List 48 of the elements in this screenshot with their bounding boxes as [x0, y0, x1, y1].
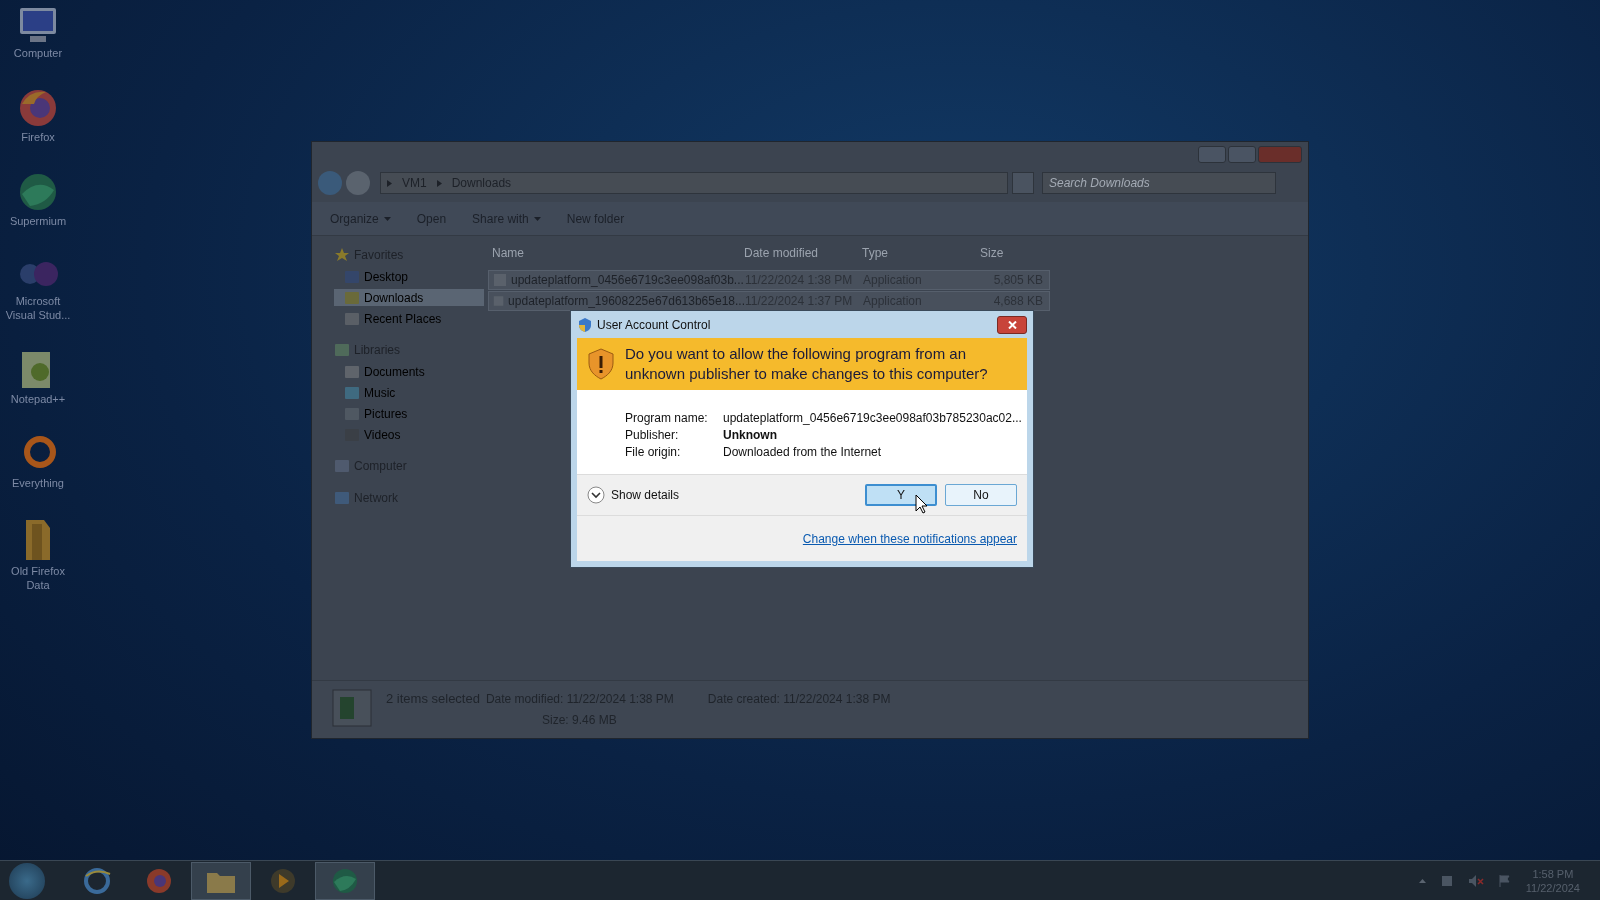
field-label: Publisher: — [625, 427, 680, 443]
maximize-button[interactable] — [1228, 146, 1256, 163]
search-field[interactable]: Search Downloads — [1042, 172, 1276, 194]
shield-icon — [577, 316, 593, 333]
column-header[interactable]: Size — [980, 244, 1050, 262]
column-header[interactable]: Date modified — [744, 244, 862, 262]
tray-arrow-icon[interactable] — [1418, 878, 1426, 883]
column-header[interactable]: Name — [488, 244, 744, 262]
minimize-button[interactable] — [1198, 146, 1226, 163]
dialog-title: User Account Control — [597, 316, 711, 334]
forward-button[interactable] — [346, 171, 370, 195]
desktop-icon-label[interactable]: Firefox — [21, 130, 55, 144]
dialog-button[interactable]: No — [945, 484, 1017, 506]
desktop-icon-label[interactable]: Microsoft Visual Stud... — [0, 294, 76, 322]
column-header[interactable]: Type — [862, 244, 980, 262]
globe-e-icon[interactable] — [82, 865, 112, 896]
caret-down-icon — [533, 216, 541, 221]
mouse-cursor-icon — [915, 494, 929, 514]
field-value: updateplatform_0456e6719c3ee098af03b785230ac02... — [723, 410, 1022, 426]
taskbar-app[interactable] — [191, 861, 251, 900]
show-details-toggle[interactable]: Show details — [587, 486, 680, 504]
back-button[interactable] — [318, 171, 342, 195]
field-label: File origin: — [625, 444, 682, 460]
caret-down-icon — [383, 216, 391, 221]
field-label: Program name: — [625, 410, 709, 426]
close-button[interactable] — [997, 315, 1027, 334]
taskbar-app[interactable] — [315, 861, 375, 900]
refresh-button[interactable] — [1012, 172, 1034, 194]
nav-item[interactable]: Downloads — [334, 289, 484, 306]
flag-icon[interactable] — [1497, 873, 1512, 888]
chevron-right-icon — [387, 179, 392, 187]
field-value: Downloaded from the Internet — [723, 444, 882, 460]
desktop-icon-label[interactable]: Supermium — [9, 214, 67, 228]
dialog-question: Do you want to allow the following program from an unknown publisher to make changes to this computer? — [625, 344, 989, 384]
chevron-right-icon — [436, 179, 442, 187]
start-button[interactable] — [9, 862, 45, 899]
speaker-muted-icon[interactable] — [1467, 873, 1484, 888]
desktop-icon-label[interactable]: Everything — [12, 476, 64, 490]
warning-shield-icon — [587, 348, 615, 380]
desktop-icon-label[interactable]: Notepad++ — [10, 392, 66, 406]
field-value: Unknown — [723, 427, 777, 443]
close-icon — [1007, 320, 1017, 329]
desktop-icon-label[interactable]: Old Firefox Data — [0, 564, 76, 592]
clock[interactable]: 1:58 PM 11/22/2024 — [1525, 866, 1580, 895]
selection-thumbnail-icon — [332, 689, 374, 729]
star-icon — [334, 247, 350, 263]
desktop-icon-label[interactable]: Computer — [13, 46, 63, 60]
dialog-button[interactable]: Y — [865, 484, 937, 506]
